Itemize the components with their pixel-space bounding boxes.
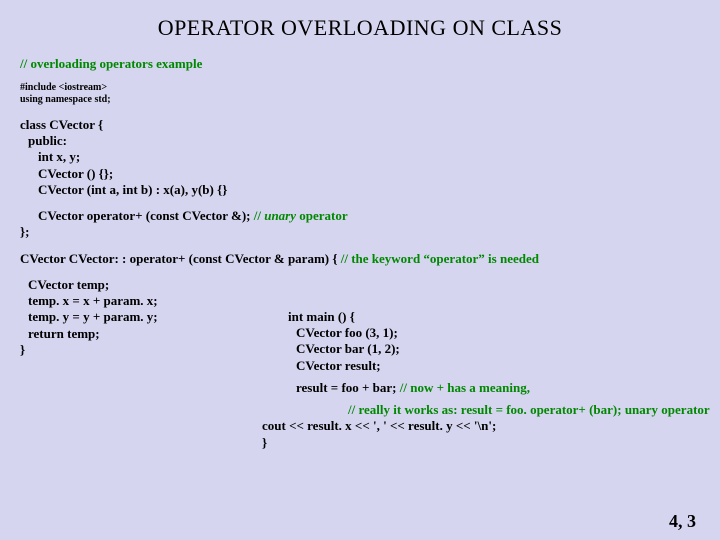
main-really-pre: // really it works as: result = foo. xyxy=(348,402,530,417)
main-really-line: // really it works as: result = foo. ope… xyxy=(288,402,710,418)
def-pre: CVector CVector: : xyxy=(20,251,130,266)
output-value: 4, 3 xyxy=(669,510,696,533)
def-temp: CVector temp; xyxy=(20,277,700,293)
main-close: } xyxy=(262,435,710,451)
class-public: public: xyxy=(20,133,700,149)
lower-block: CVector temp; temp. x = x + param. x; te… xyxy=(20,277,700,467)
def-keyword: operator+ xyxy=(130,251,186,266)
op-pre: CVector xyxy=(38,208,87,223)
op-comment-pre: // xyxy=(250,208,264,223)
op-post: (const CVector &); xyxy=(143,208,251,223)
main-really-post: (bar); unary operator xyxy=(586,402,710,417)
op-comment-post: operator xyxy=(296,208,348,223)
main-fn: int main () { CVector foo (3, 1); CVecto… xyxy=(288,309,710,451)
def-post: (const CVector & param) { xyxy=(185,251,337,266)
using-line: using namespace std; xyxy=(20,94,700,107)
def-tx: temp. x = x + param. x; xyxy=(20,293,700,309)
comment-line: // overloading operators example xyxy=(20,56,700,72)
main-open: int main () { xyxy=(288,309,710,325)
main-assign-line: result = foo + bar; // now + has a meani… xyxy=(288,380,710,396)
op-keyword: operator+ xyxy=(87,208,143,223)
class-members: int x, y; xyxy=(20,149,700,165)
main-bar: CVector bar (1, 2); xyxy=(288,341,710,357)
def-comment: // the keyword “operator” is needed xyxy=(337,251,538,266)
class-ctor2: CVector (int a, int b) : x(a), y(b) {} xyxy=(20,182,700,198)
comment-example: // overloading operators example xyxy=(20,56,700,72)
operator-decl-line: CVector operator+ (const CVector &); // … xyxy=(20,208,700,224)
slide-container: OPERATOR OVERLOADING ON CLASS // overloa… xyxy=(0,0,720,477)
include-line: #include <iostream> xyxy=(20,82,700,95)
main-assign: result = foo + bar; xyxy=(296,380,397,395)
operator-def-head: CVector CVector: : operator+ (const CVec… xyxy=(20,251,700,267)
main-really-kw: operator+ xyxy=(530,402,586,417)
class-open: class CVector { xyxy=(20,117,700,133)
class-decl: class CVector { public: int x, y; CVecto… xyxy=(20,117,700,198)
class-close: }; xyxy=(20,224,700,240)
includes-block: #include <iostream> using namespace std; xyxy=(20,82,700,107)
op-comment-unary: unary xyxy=(264,208,296,223)
main-cout: cout << result. x << ', ' << result. y <… xyxy=(262,418,710,434)
class-ctor0: CVector () {}; xyxy=(20,166,700,182)
slide-title: OPERATOR OVERLOADING ON CLASS xyxy=(20,14,700,42)
main-foo: CVector foo (3, 1); xyxy=(288,325,710,341)
operator-decl: CVector operator+ (const CVector &); // … xyxy=(20,208,700,241)
main-result: CVector result; xyxy=(288,358,710,374)
main-assign-comment: // now + has a meaning, xyxy=(397,380,530,395)
